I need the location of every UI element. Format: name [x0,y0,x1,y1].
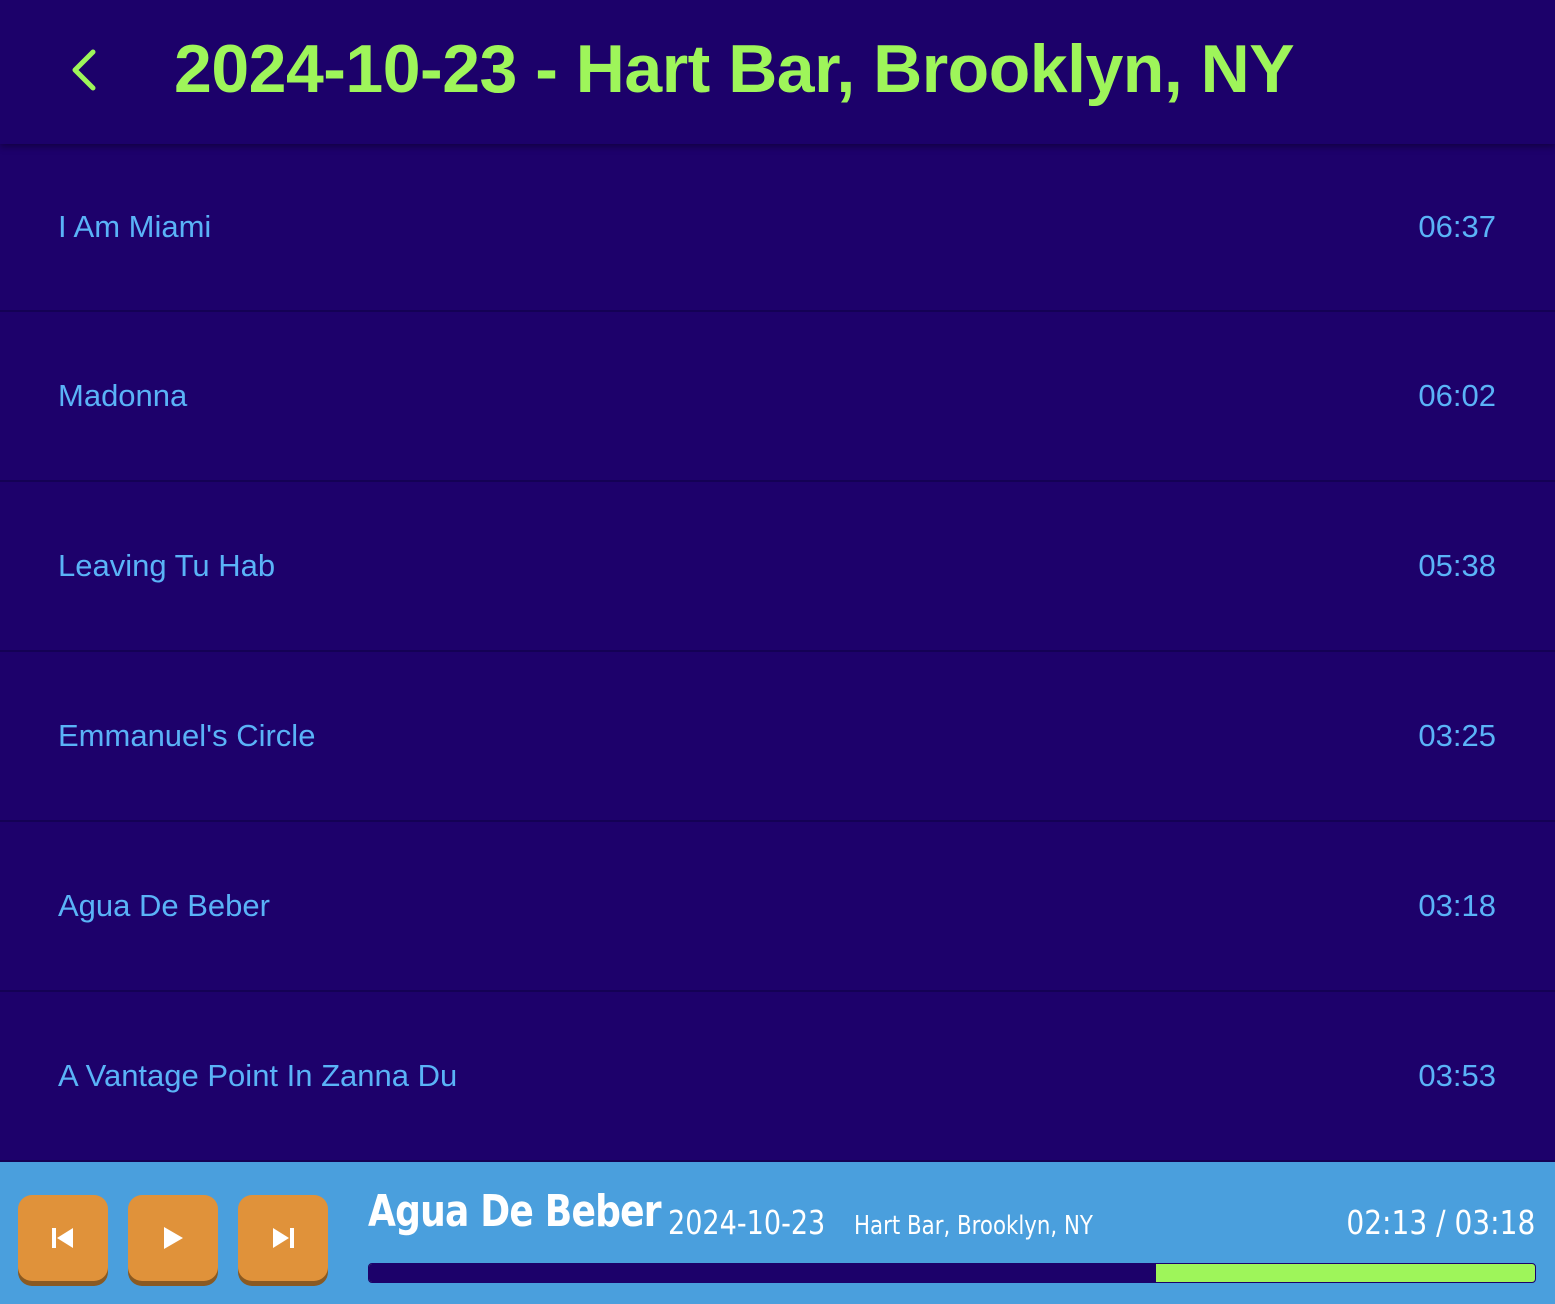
next-track-button[interactable] [238,1195,328,1281]
track-duration: 06:37 [1418,209,1496,244]
track-duration: 03:25 [1418,718,1496,753]
track-row[interactable]: Emmanuel's Circle 03:25 [0,652,1555,822]
track-duration: 06:02 [1418,378,1496,413]
back-button[interactable] [62,46,106,94]
skip-back-icon [52,1228,73,1248]
player-bar: Agua De Beber 2024-10-23 Hart Bar, Brook… [0,1162,1555,1304]
play-button[interactable] [128,1195,218,1281]
track-list: I Am Miami 06:37 Madonna 06:02 Leaving T… [0,144,1555,1162]
skip-forward-icon [273,1228,294,1248]
now-playing-date: 2024-10-23 [668,1203,826,1242]
track-row[interactable]: Leaving Tu Hab 05:38 [0,482,1555,652]
page-title: 2024-10-23 - Hart Bar, Brooklyn, NY [174,31,1295,107]
chevron-left-icon [72,49,96,91]
track-duration: 03:53 [1418,1058,1496,1093]
track-row[interactable]: Agua De Beber 03:18 [0,822,1555,992]
play-icon [164,1227,183,1249]
track-title: Leaving Tu Hab [58,548,276,583]
track-title: Madonna [58,378,188,413]
header-bar: 2024-10-23 - Hart Bar, Brooklyn, NY [0,0,1555,144]
now-playing-title: Agua De Beber [368,1186,662,1237]
now-playing-venue: Hart Bar, Brooklyn, NY [854,1211,1093,1241]
time-display: 02:13 / 03:18 [1346,1203,1535,1242]
track-duration: 05:38 [1418,548,1496,583]
track-duration: 03:18 [1418,888,1496,923]
progress-bar[interactable] [368,1263,1536,1283]
track-title: A Vantage Point In Zanna Du [58,1058,458,1093]
progress-fill [369,1264,1157,1282]
track-row[interactable]: I Am Miami 06:37 [0,144,1555,312]
previous-track-button[interactable] [18,1195,108,1281]
track-row[interactable]: Madonna 06:02 [0,312,1555,482]
track-title: Agua De Beber [58,888,270,923]
track-row[interactable]: A Vantage Point In Zanna Du 03:53 [0,992,1555,1162]
track-title: I Am Miami [58,209,212,244]
track-title: Emmanuel's Circle [58,718,316,753]
